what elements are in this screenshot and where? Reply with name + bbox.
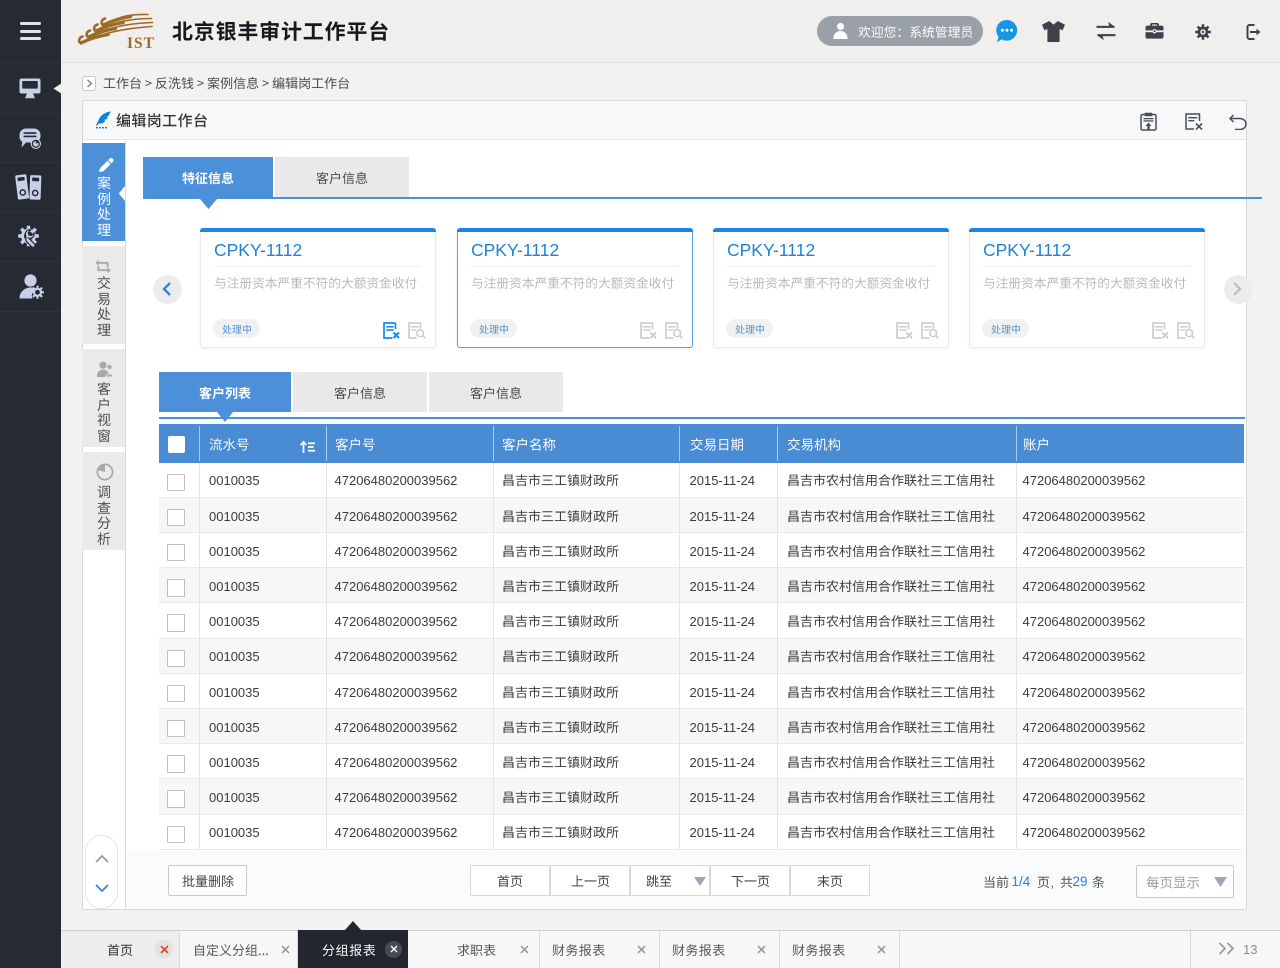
svg-text:IST: IST <box>127 35 155 52</box>
